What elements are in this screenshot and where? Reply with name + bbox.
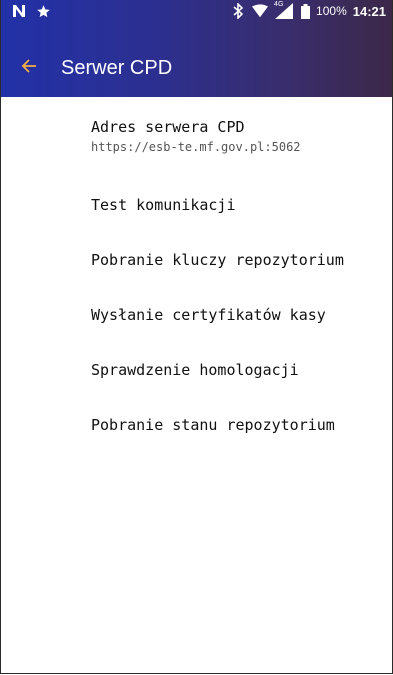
clock: 14:21	[352, 3, 386, 19]
list-item-communication-test[interactable]: Test komunikacji	[91, 195, 381, 215]
battery-percent: 100%	[316, 4, 347, 18]
n-notification-icon	[11, 3, 27, 19]
bluetooth-icon	[230, 3, 246, 19]
list-item-repository-state[interactable]: Pobranie stanu repozytorium	[91, 415, 381, 435]
signal-icon: 4G	[274, 1, 294, 19]
list-item-label: Sprawdzenie homologacji	[91, 361, 299, 379]
star-icon	[35, 3, 51, 19]
list-item-label: Pobranie stanu repozytorium	[91, 416, 335, 434]
list-item-label: Test komunikacji	[91, 196, 236, 214]
list-item-server-address[interactable]: Adres serwera CPD https://esb-te.mf.gov.…	[91, 117, 381, 155]
list-item-label: Adres serwera CPD	[91, 118, 245, 136]
list-item-label: Pobranie kluczy repozytorium	[91, 251, 344, 269]
battery-icon	[300, 3, 310, 19]
list-item-subtitle: https://esb-te.mf.gov.pl:5062	[91, 140, 301, 154]
app-header: 4G 100% 14:21 Serwer CPD	[1, 0, 392, 97]
list-item-homologation-check[interactable]: Sprawdzenie homologacji	[91, 360, 381, 380]
toolbar: Serwer CPD	[1, 40, 392, 96]
list-item-label: Wysłanie certyfikatów kasy	[91, 306, 326, 324]
wifi-icon	[252, 3, 269, 19]
page-title: Serwer CPD	[61, 56, 173, 79]
arrow-back-icon	[21, 58, 37, 79]
app-frame: 4G 100% 14:21 Serwer CPD Adres serwera C…	[0, 0, 393, 674]
status-bar: 4G 100% 14:21	[1, 0, 392, 24]
signal-label: 4G	[274, 1, 284, 8]
list-item-send-certificates[interactable]: Wysłanie certyfikatów kasy	[91, 305, 381, 325]
list-item-download-keys[interactable]: Pobranie kluczy repozytorium	[91, 250, 381, 270]
